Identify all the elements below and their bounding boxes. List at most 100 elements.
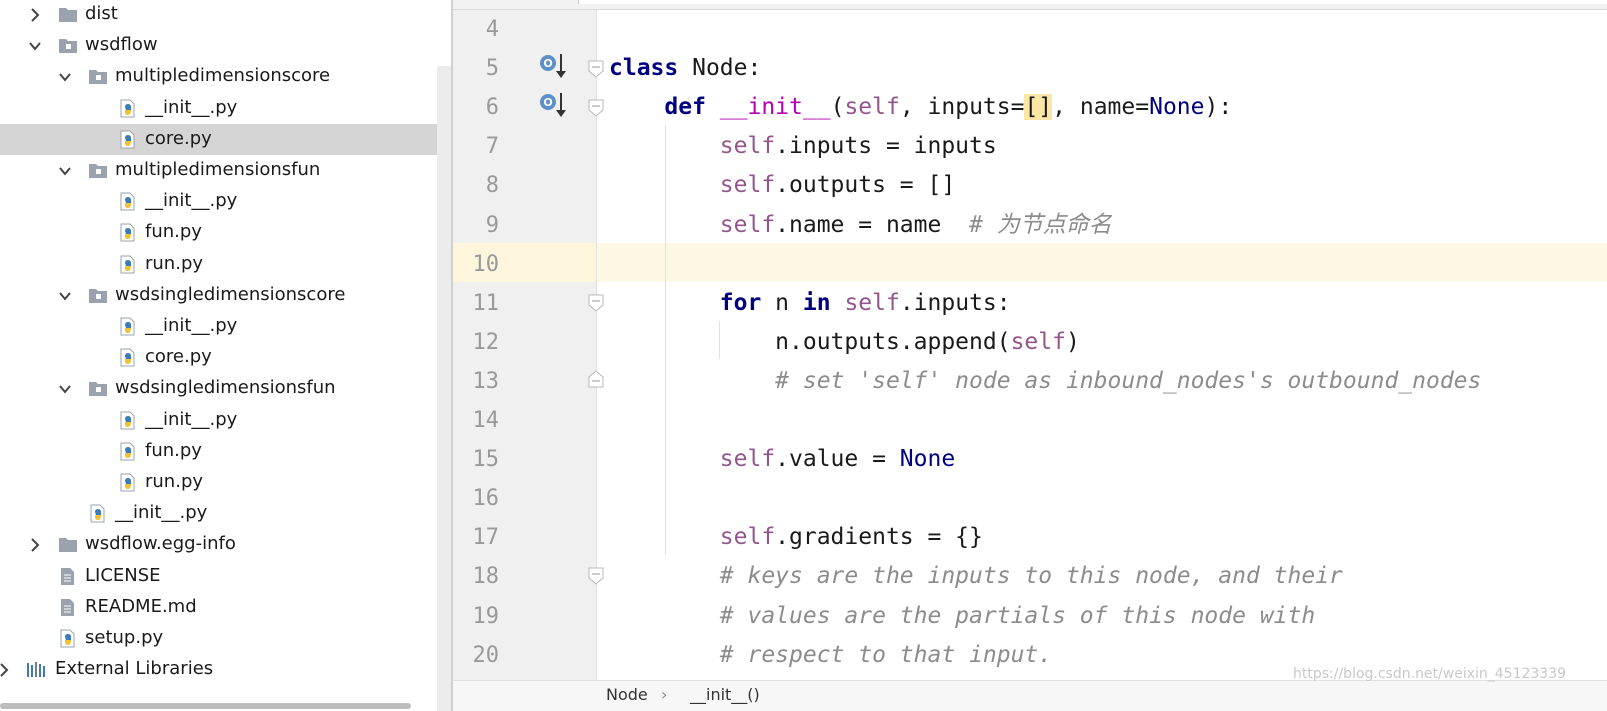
- line-number[interactable]: 17: [453, 518, 500, 557]
- line-number[interactable]: 19: [453, 597, 500, 636]
- watermark: https://blog.csdn.net/weixin_45123339: [1293, 666, 1567, 682]
- python-file-icon: [120, 255, 135, 274]
- code-line[interactable]: # set 'self' node as inbound_nodes's out…: [609, 362, 1481, 401]
- tree-item[interactable]: __init__.py: [0, 186, 451, 217]
- tree-item-label: __init__.py: [145, 190, 238, 212]
- tree-item[interactable]: run.py: [0, 249, 451, 280]
- line-number[interactable]: 16: [453, 479, 500, 518]
- line-number[interactable]: 4: [453, 10, 499, 49]
- tree-item[interactable]: __init__.py: [0, 498, 451, 529]
- code-line[interactable]: self.inputs = inputs: [609, 127, 997, 166]
- tree-item[interactable]: External Libraries: [0, 654, 451, 685]
- fold-marker-icon[interactable]: [586, 98, 606, 118]
- editor-tab-strip: [453, 0, 1607, 10]
- line-number[interactable]: 15: [453, 440, 500, 479]
- tree-item-label: fun.py: [145, 221, 202, 243]
- chevron-right-icon[interactable]: [27, 7, 43, 23]
- chevron-right-icon[interactable]: [27, 537, 43, 553]
- tree-item[interactable]: __init__.py: [0, 405, 451, 436]
- chevron-down-icon[interactable]: [57, 163, 73, 179]
- line-number[interactable]: 14: [453, 401, 500, 440]
- code-line[interactable]: self.outputs = []: [609, 166, 955, 205]
- chevron-down-icon[interactable]: [57, 381, 73, 397]
- tree-item-label: wsdflow: [85, 34, 158, 56]
- tree-item[interactable]: fun.py: [0, 436, 451, 467]
- breadcrumb-item-class[interactable]: Node: [606, 685, 648, 704]
- python-file-icon: [120, 192, 135, 211]
- tree-item[interactable]: core.py: [0, 342, 451, 373]
- tree-item-label: __init__.py: [145, 96, 238, 118]
- tree-item[interactable]: LICENSE: [0, 561, 451, 592]
- python-file-icon: [120, 411, 135, 430]
- package-icon: [89, 164, 107, 178]
- line-number[interactable]: 9: [453, 206, 499, 245]
- code-line[interactable]: # values are the partials of this node w…: [609, 597, 1315, 636]
- tree-item[interactable]: wsdsingledimensionsfun: [0, 373, 451, 404]
- tree-item[interactable]: fun.py: [0, 217, 451, 248]
- code-editor[interactable]: 4 5 6 7 8 9 10 11 12 13 14 15 16 17 18 19 20 O O class N…: [453, 0, 1607, 711]
- python-file-icon: [120, 130, 135, 149]
- line-number[interactable]: 7: [453, 127, 499, 166]
- code-line[interactable]: # keys are the inputs to this node, and …: [609, 557, 1343, 596]
- line-number[interactable]: 8: [453, 166, 499, 205]
- line-number[interactable]: 10: [453, 245, 500, 284]
- tree-item[interactable]: dist: [0, 0, 451, 30]
- folder-icon: [59, 538, 77, 553]
- text-file-icon: [61, 598, 74, 616]
- editor-tab[interactable]: [578, 0, 1607, 4]
- tree-item-label: wsdsingledimensionsfun: [115, 377, 336, 399]
- tree-item[interactable]: wsdflow.egg-info: [0, 529, 451, 560]
- code-line[interactable]: class Node:: [609, 49, 761, 88]
- tree-item-label: setup.py: [85, 627, 164, 648]
- text-file-icon: [61, 567, 74, 585]
- code-line[interactable]: # respect to that input.: [609, 636, 1052, 675]
- python-file-icon: [120, 99, 135, 118]
- tree-item[interactable]: README.md: [0, 592, 451, 623]
- breadcrumb-item-method[interactable]: __init__(): [690, 685, 760, 704]
- line-number[interactable]: 5: [453, 49, 499, 88]
- chevron-down-icon[interactable]: [57, 288, 73, 304]
- override-marker-icon[interactable]: O: [539, 51, 569, 81]
- tree-item[interactable]: multipledimensionsfun: [0, 155, 451, 186]
- tree-item-label: fun.py: [145, 439, 202, 461]
- line-number[interactable]: 18: [453, 557, 500, 596]
- fold-marker-icon[interactable]: [586, 59, 606, 79]
- override-marker-icon[interactable]: O: [539, 90, 569, 120]
- tree-item[interactable]: wsdsingledimensionscore: [0, 280, 451, 311]
- tree-item[interactable]: run.py: [0, 467, 451, 498]
- chevron-down-icon[interactable]: [27, 38, 43, 54]
- fold-end-marker-icon[interactable]: [586, 369, 606, 389]
- tree-item-label: __init__.py: [145, 408, 238, 430]
- line-number[interactable]: 20: [453, 636, 500, 675]
- tree-item-label: __init__.py: [115, 502, 208, 524]
- line-number[interactable]: 6: [453, 88, 499, 127]
- project-tree: dist wsdflow multipledimensionscore __init_…: [0, 0, 451, 711]
- tree-item-label: run.py: [145, 252, 204, 274]
- tree-item[interactable]: wsdflow: [0, 30, 451, 61]
- code-line[interactable]: n.outputs.append(self): [609, 323, 1080, 362]
- chevron-right-icon[interactable]: [0, 662, 12, 678]
- tree-item[interactable]: __init__.py: [0, 311, 451, 342]
- line-number[interactable]: 13: [453, 362, 500, 401]
- tree-horizontal-scrollbar[interactable]: [0, 703, 411, 709]
- code-line[interactable]: self.value = None: [609, 440, 955, 479]
- tree-item-label: core.py: [145, 127, 212, 149]
- tree-item[interactable]: multipledimensionscore: [0, 61, 451, 92]
- code-line[interactable]: self.gradients = {}: [609, 518, 983, 557]
- tree-item[interactable]: setup.py: [0, 623, 451, 654]
- package-icon: [89, 382, 107, 397]
- tree-item-label: multipledimensionsfun: [115, 159, 321, 180]
- fold-marker-icon[interactable]: [586, 293, 606, 313]
- current-line-highlight: [453, 243, 1607, 282]
- code-line[interactable]: for n in self.inputs:: [609, 284, 1011, 323]
- code-line[interactable]: def __init__(self, inputs=[], name=None)…: [609, 88, 1232, 127]
- code-line[interactable]: self.name = name # 为节点命名: [609, 206, 1112, 245]
- line-number[interactable]: 11: [453, 284, 500, 323]
- libraries-icon: [27, 662, 45, 678]
- chevron-down-icon[interactable]: [57, 69, 73, 85]
- fold-marker-icon[interactable]: [586, 566, 606, 586]
- tree-item[interactable]: __init__.py: [0, 93, 451, 124]
- tree-vertical-scrollbar[interactable]: [437, 66, 451, 711]
- tree-item[interactable]: core.py: [0, 123, 451, 155]
- line-number[interactable]: 12: [453, 323, 500, 362]
